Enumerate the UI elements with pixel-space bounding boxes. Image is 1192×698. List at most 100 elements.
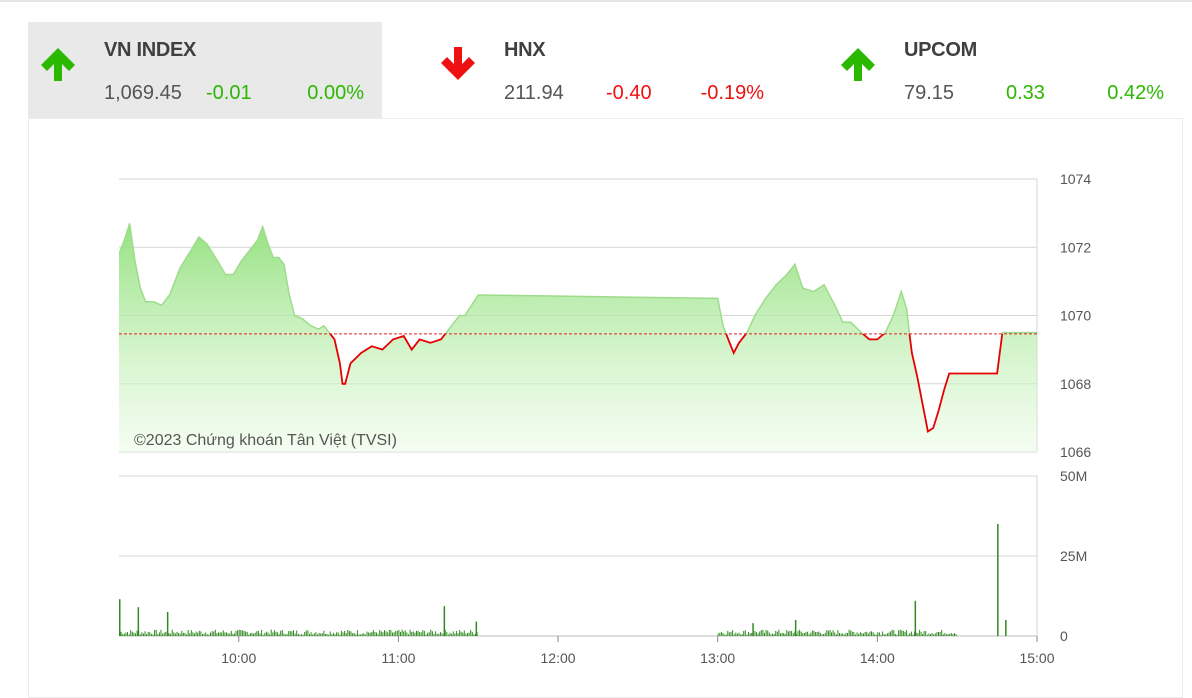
volume-bar bbox=[821, 634, 823, 636]
volume-bar bbox=[436, 633, 438, 636]
volume-bar bbox=[463, 630, 465, 636]
volume-bar bbox=[770, 634, 772, 636]
price-tick-label: 1070 bbox=[1060, 308, 1091, 324]
volume-bar bbox=[797, 631, 799, 636]
price-tick-label: 1066 bbox=[1060, 444, 1091, 460]
volume-bar bbox=[233, 633, 235, 636]
volume-bar bbox=[904, 631, 906, 636]
volume-bar bbox=[462, 632, 464, 636]
volume-bar bbox=[724, 634, 726, 636]
volume-bar bbox=[122, 634, 124, 636]
volume-bar bbox=[839, 633, 840, 636]
volume-bar bbox=[864, 632, 866, 636]
volume-bar bbox=[767, 630, 769, 636]
volume-bar bbox=[829, 630, 831, 636]
volume-bar bbox=[345, 633, 347, 636]
volume-bar bbox=[154, 629, 156, 636]
volume-bar bbox=[762, 629, 764, 636]
volume-bar bbox=[288, 631, 290, 636]
volume-bar bbox=[203, 633, 205, 636]
volume-bar bbox=[275, 631, 277, 636]
volume-bar bbox=[336, 632, 338, 636]
volume-bar bbox=[736, 633, 738, 636]
volume-bar bbox=[213, 631, 215, 636]
volume-bar bbox=[264, 632, 266, 636]
volume-bar bbox=[730, 631, 732, 636]
volume-bar bbox=[326, 633, 328, 636]
volume-bar bbox=[219, 632, 221, 636]
volume-bar bbox=[414, 632, 416, 636]
volume-bar bbox=[824, 632, 826, 636]
volume-bar bbox=[457, 633, 459, 636]
volume-bar bbox=[294, 633, 296, 636]
volume-bar bbox=[925, 631, 927, 636]
volume-spike bbox=[137, 607, 140, 636]
volume-bar bbox=[194, 633, 195, 636]
volume-bar bbox=[422, 630, 424, 636]
volume-bar bbox=[952, 634, 954, 636]
volume-bar bbox=[855, 634, 856, 636]
volume-bar bbox=[245, 631, 247, 636]
volume-bar bbox=[125, 632, 127, 636]
volume-bar bbox=[393, 632, 395, 636]
volume-tick-label: 50M bbox=[1060, 468, 1087, 484]
volume-bar bbox=[347, 630, 349, 636]
volume-bar bbox=[954, 633, 955, 636]
volume-bar bbox=[358, 634, 360, 636]
volume-bar bbox=[898, 630, 900, 636]
volume-bar bbox=[163, 632, 165, 636]
volume-bar bbox=[130, 630, 132, 636]
volume-bar bbox=[348, 631, 350, 636]
volume-bar bbox=[910, 631, 912, 636]
volume-bar bbox=[732, 630, 734, 636]
volume-bar bbox=[400, 631, 401, 636]
volume-bar bbox=[816, 632, 818, 636]
volume-bar bbox=[888, 632, 890, 636]
volume-bar bbox=[435, 631, 437, 636]
volume-bar bbox=[727, 630, 729, 636]
volume-bar bbox=[226, 632, 227, 636]
volume-bar bbox=[142, 633, 144, 636]
volume-bar bbox=[936, 632, 938, 636]
volume-bar bbox=[318, 632, 320, 636]
volume-bar bbox=[189, 633, 191, 636]
volume-bar bbox=[364, 634, 366, 636]
volume-bar bbox=[331, 634, 333, 636]
volume-bar bbox=[315, 632, 317, 636]
volume-bar bbox=[907, 634, 909, 636]
volume-bar bbox=[815, 632, 817, 636]
volume-spike bbox=[752, 623, 754, 636]
volume-bar bbox=[363, 633, 365, 636]
volume-bar bbox=[733, 634, 735, 636]
volume-bar bbox=[871, 631, 872, 636]
volume-bar bbox=[171, 629, 173, 636]
volume-bar bbox=[157, 634, 159, 636]
volume-bar bbox=[190, 630, 192, 636]
volume-bar bbox=[826, 630, 828, 636]
volume-bar bbox=[778, 629, 780, 636]
volume-bar bbox=[155, 629, 157, 636]
volume-bar bbox=[859, 632, 861, 636]
volume-bar bbox=[759, 631, 761, 636]
volume-bar bbox=[141, 632, 143, 636]
volume-bar bbox=[337, 632, 339, 636]
volume-bar bbox=[395, 631, 397, 636]
volume-bar bbox=[296, 630, 298, 636]
volume-bar bbox=[170, 633, 172, 636]
volume-bar bbox=[738, 632, 740, 636]
volume-spike bbox=[997, 524, 999, 636]
volume-bar bbox=[285, 634, 286, 636]
volume-bar bbox=[131, 631, 133, 636]
volume-bar bbox=[182, 632, 184, 636]
volume-bar bbox=[261, 629, 263, 636]
volume-bar bbox=[299, 634, 301, 636]
volume-bar bbox=[877, 632, 879, 636]
volume-bar bbox=[409, 629, 411, 636]
volume-bar bbox=[317, 634, 318, 636]
volume-bar bbox=[251, 632, 253, 636]
volume-bar bbox=[214, 629, 216, 636]
intraday-chart[interactable]: 1074 1072 1070 1068 1066 50M 25M 0 10:00 11:00 12:… bbox=[0, 0, 1192, 691]
volume-bar bbox=[459, 630, 461, 636]
volume-bar bbox=[768, 632, 770, 636]
price-area-fill bbox=[119, 223, 1037, 452]
